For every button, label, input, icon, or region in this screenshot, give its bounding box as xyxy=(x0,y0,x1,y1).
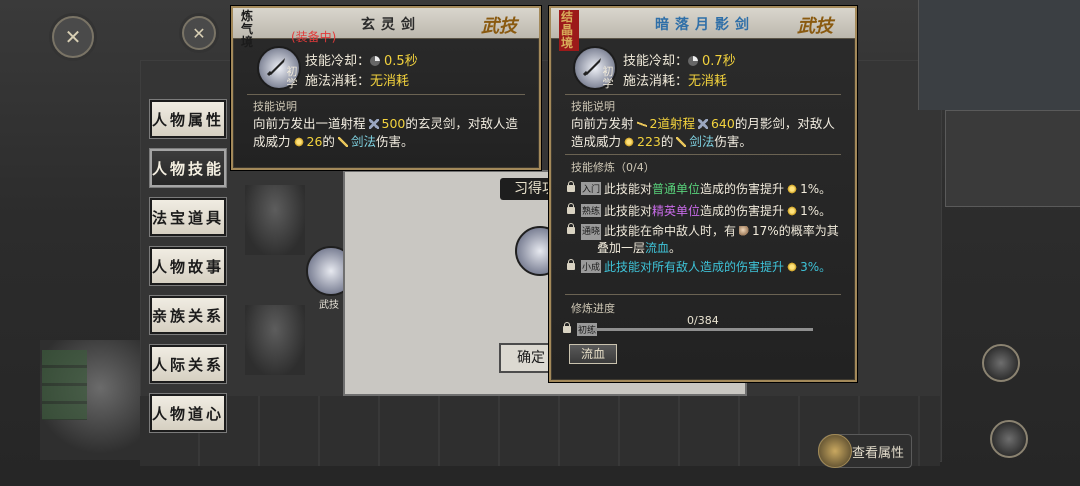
realm-label: 结晶境 xyxy=(559,10,579,51)
clock-icon xyxy=(688,56,699,66)
cultivate-button[interactable]: 流血 xyxy=(569,344,617,364)
lock-icon xyxy=(565,223,579,235)
progress-label: 修炼进度 xyxy=(571,302,615,315)
cost-stat: 施法消耗：无消耗 xyxy=(623,74,728,89)
cultivation-row: 入门 此技能对普通单位造成的伤害提升 1%。 xyxy=(565,180,831,197)
divider xyxy=(565,294,841,295)
power-icon xyxy=(787,206,798,216)
cultivation-row: 小成 此技能对所有敌人造成的伤害提升 3%。 xyxy=(565,258,831,275)
sword-style-icon xyxy=(337,137,348,147)
skill-level: 初学 xyxy=(602,65,614,90)
lock-icon xyxy=(561,322,575,334)
close-icon[interactable]: ✕ xyxy=(52,16,94,58)
character-figure xyxy=(245,305,305,375)
character-icon xyxy=(818,434,852,468)
clock-icon xyxy=(370,56,381,66)
progress-bar xyxy=(593,328,813,331)
task-list-panel xyxy=(945,110,1080,207)
divider xyxy=(247,94,525,95)
range-icon xyxy=(368,119,379,129)
lock-icon xyxy=(565,259,579,271)
close-icon-secondary[interactable]: ✕ xyxy=(182,16,216,50)
projectile-icon xyxy=(636,119,647,129)
view-attributes-label: 查看属性 xyxy=(852,446,905,461)
lock-icon xyxy=(565,203,579,215)
description-label: 技能说明 xyxy=(571,100,615,113)
skill-description: 向前方发出一道射程 500的玄灵剑，对敌人造 成威力 26的 剑法伤害。 xyxy=(253,116,518,149)
cost-stat: 施法消耗：无消耗 xyxy=(305,74,410,89)
power-icon xyxy=(787,184,798,194)
cultivation-row: 熟练 此技能对精英单位造成的伤害提升 1%。 xyxy=(565,202,831,219)
equipped-badge: (装备中) xyxy=(291,30,337,44)
character-figure xyxy=(245,185,305,255)
range-icon xyxy=(697,119,708,129)
cultivation-row: 通晓 此技能在命中敌人时，有 17%的概率为其 叠加一层流血。 xyxy=(565,223,839,256)
gear-icon[interactable] xyxy=(982,344,1020,382)
tab-character-attributes[interactable]: 人物属性 xyxy=(150,100,226,138)
tab-family-relations[interactable]: 亲族关系 xyxy=(150,296,226,334)
power-icon xyxy=(293,137,304,147)
cooldown-stat: 技能冷却： 0.7秒 xyxy=(623,54,736,69)
lock-icon xyxy=(565,181,579,193)
sword-style-icon xyxy=(676,137,687,147)
martial-skill-mark: 武技 xyxy=(797,16,833,37)
tab-character-story[interactable]: 人物故事 xyxy=(150,247,226,285)
minimap xyxy=(918,0,1080,110)
skill-title: 玄灵剑 xyxy=(361,17,421,33)
tab-dao-heart[interactable]: 人物道心 xyxy=(150,394,226,432)
description-label: 技能说明 xyxy=(253,100,297,113)
menu-icon[interactable] xyxy=(990,420,1028,458)
compare-skill-card: 结晶境 暗落月影剑 武技 初学 技能冷却： 0.7秒 施法消耗：无消耗 技能说明 … xyxy=(549,6,857,382)
skill-level: 初学 xyxy=(286,65,298,90)
divider xyxy=(565,154,841,155)
chance-icon xyxy=(739,226,750,236)
equipped-skill-card: 炼气境 玄灵剑 (装备中) 武技 初学 技能冷却： 0.5秒 施法消耗：无消耗 技… xyxy=(231,6,541,170)
party-list xyxy=(42,350,87,420)
cultivation-label: 技能修炼（0/4） xyxy=(571,161,655,174)
progress-text: 0/384 xyxy=(687,314,719,327)
tab-treasures-items[interactable]: 法宝道具 xyxy=(150,198,226,236)
skill-title: 暗落月影剑 xyxy=(655,17,755,33)
realm-label: 炼气境 xyxy=(241,9,254,49)
power-icon xyxy=(787,262,798,272)
cooldown-stat: 技能冷却： 0.5秒 xyxy=(305,54,418,69)
power-icon xyxy=(624,137,635,147)
tab-character-skills[interactable]: 人物技能 xyxy=(150,149,226,187)
skill-description: 向前方发射 2道射程 640的月影剑，对敌人 造成威力 223的 剑法伤害。 xyxy=(571,116,835,149)
divider xyxy=(565,94,841,95)
tab-social-relations[interactable]: 人际关系 xyxy=(150,345,226,383)
martial-skill-mark: 武技 xyxy=(481,16,517,37)
